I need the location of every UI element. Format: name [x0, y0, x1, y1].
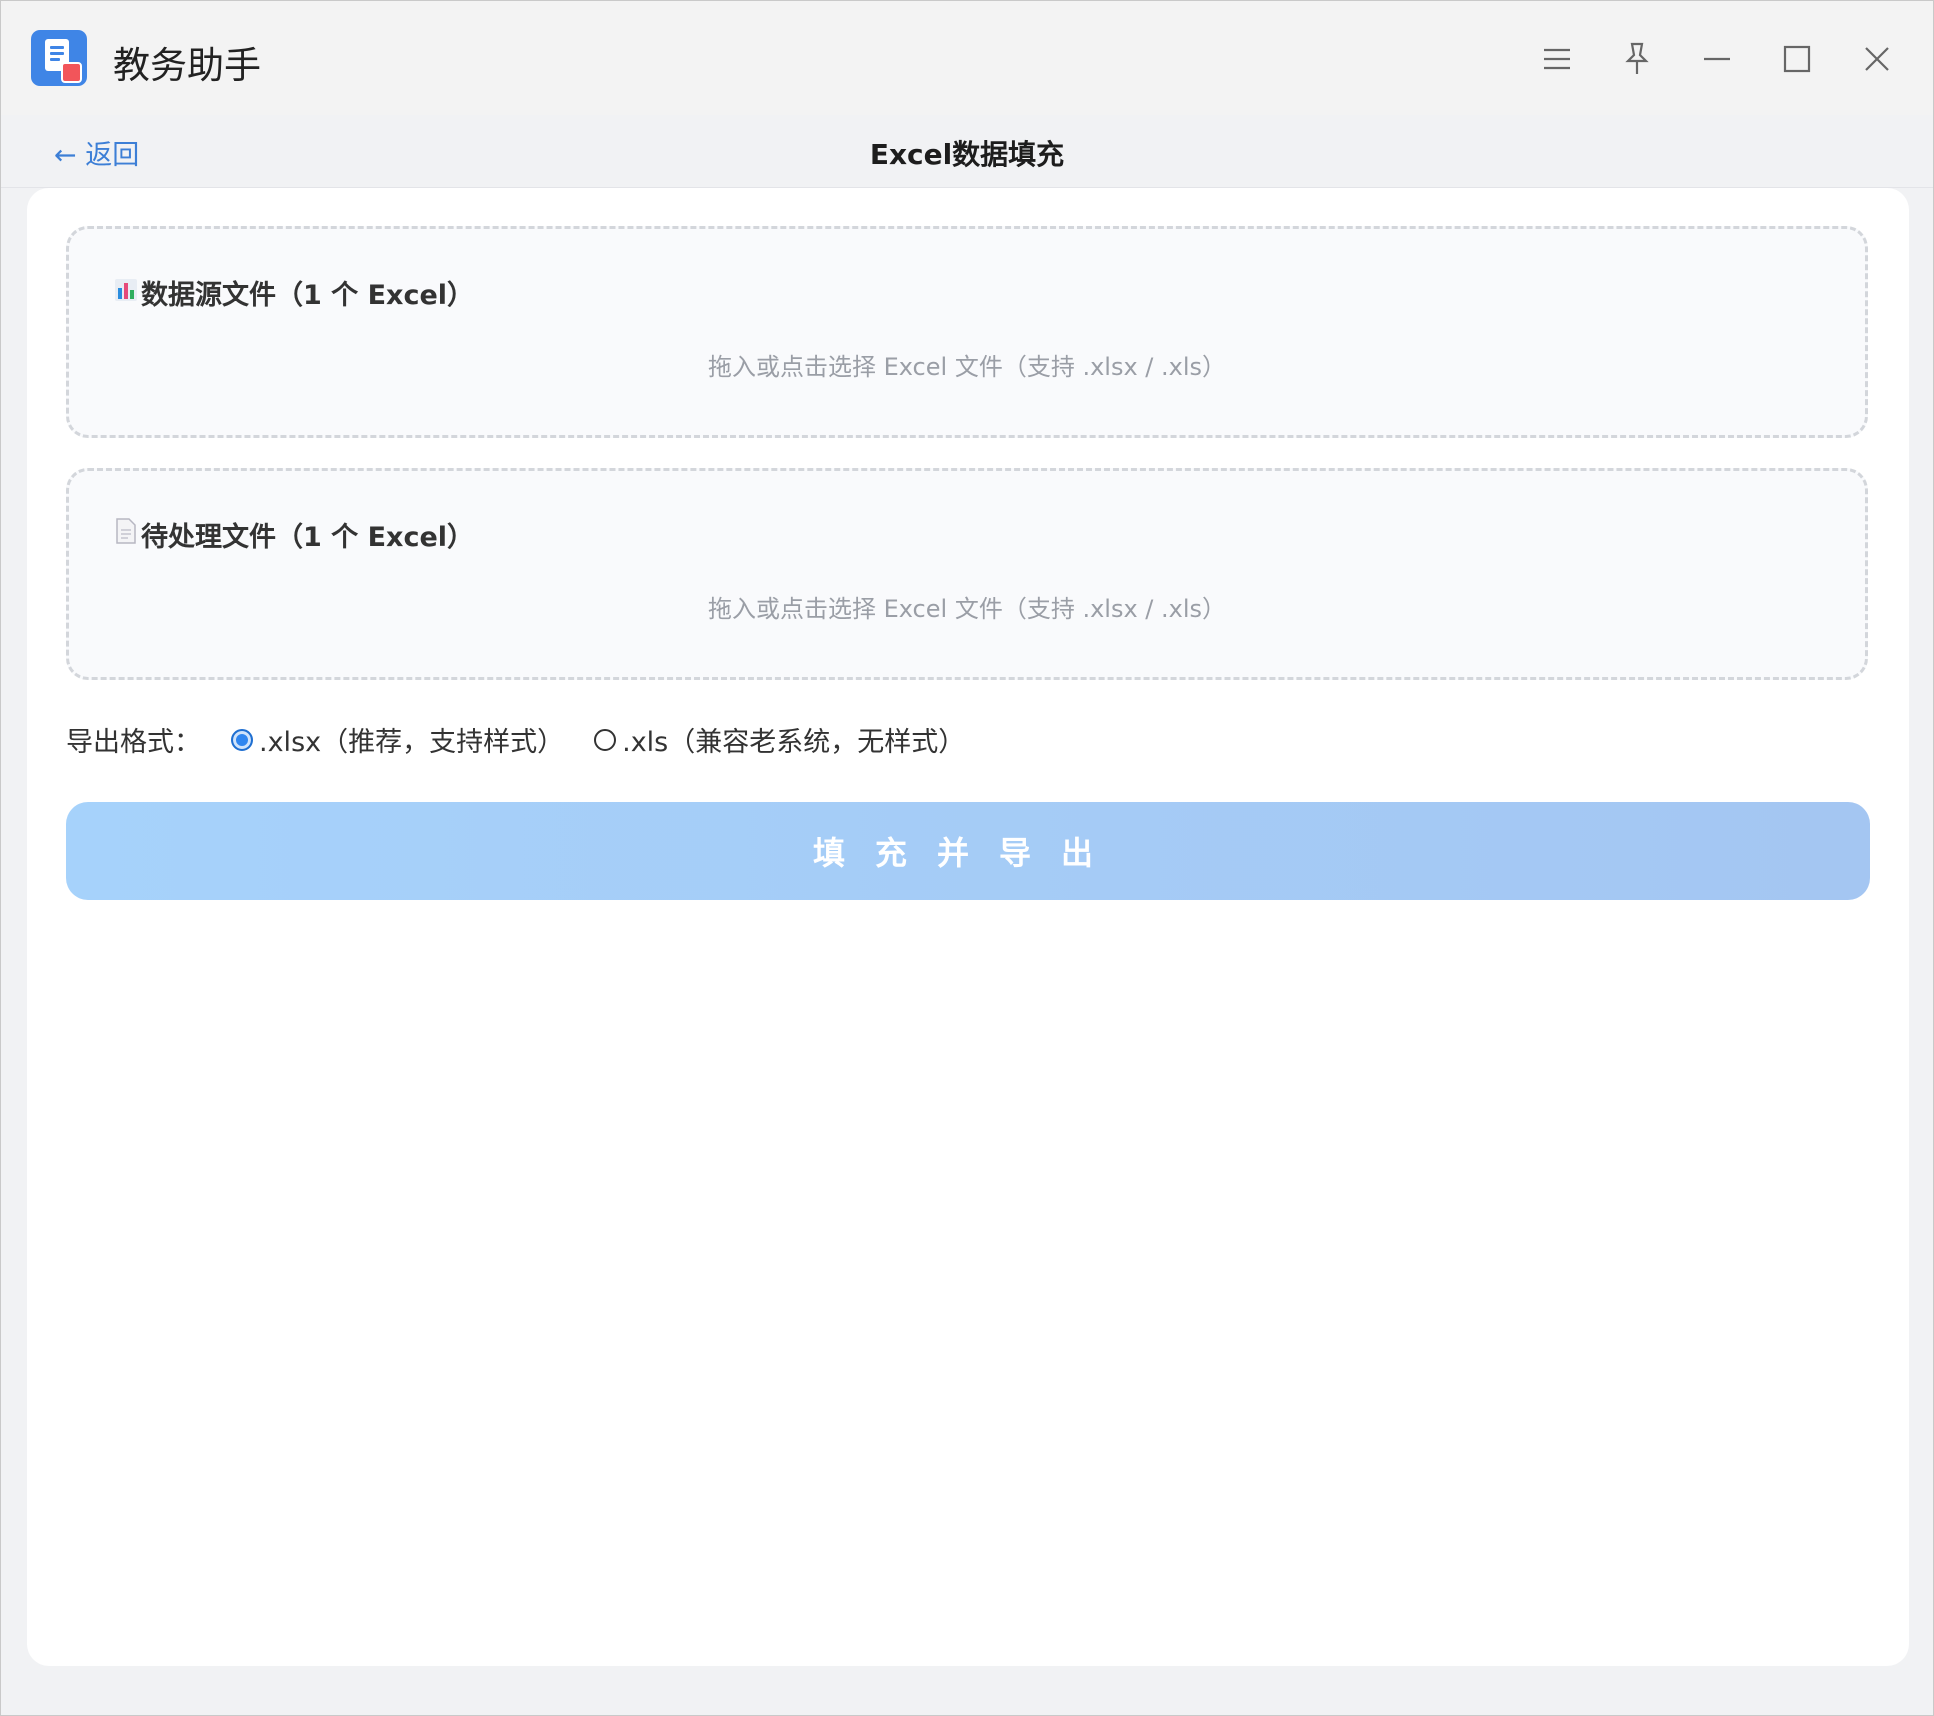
source-file-dropzone[interactable]: 数据源文件（1 个 Excel） 拖入或点击选择 Excel 文件（支持 .xl… [66, 226, 1868, 438]
document-icon [115, 518, 137, 551]
back-button[interactable]: ← 返回 [54, 133, 139, 172]
source-file-hint: 拖入或点击选择 Excel 文件（支持 .xlsx / .xls） [707, 353, 1226, 381]
nav-bar: Excel数据填充 ← 返回 [1, 115, 1933, 188]
title-bar: 教务助手 [1, 1, 1933, 115]
export-format-label: 导出格式： [66, 727, 201, 758]
xlsx-radio[interactable] [231, 728, 253, 751]
target-file-hint: 拖入或点击选择 Excel 文件（支持 .xlsx / .xls） [707, 595, 1226, 623]
source-file-title: 数据源文件（1 个 Excel） [141, 280, 475, 311]
content-card: 数据源文件（1 个 Excel） 拖入或点击选择 Excel 文件（支持 .xl… [27, 188, 1909, 1666]
pin-icon[interactable] [1609, 31, 1665, 87]
xls-radio[interactable] [594, 728, 617, 751]
menu-icon[interactable] [1529, 31, 1585, 87]
xls-option-label: .xls（兼容老系统，无样式） [622, 727, 966, 758]
minimize-icon[interactable] [1689, 31, 1745, 87]
fill-and-export-button[interactable]: 填充并导出 [66, 802, 1870, 900]
xlsx-option-label: .xlsx（推荐，支持样式） [259, 727, 565, 758]
chart-icon [115, 277, 137, 308]
target-file-title: 待处理文件（1 个 Excel） [141, 522, 475, 553]
close-icon[interactable] [1849, 31, 1905, 87]
app-logo-icon [31, 30, 87, 86]
page-title: Excel数据填充 [869, 138, 1065, 171]
target-file-dropzone[interactable]: 待处理文件（1 个 Excel） 拖入或点击选择 Excel 文件（支持 .xl… [66, 468, 1868, 680]
maximize-icon[interactable] [1769, 31, 1825, 87]
export-format-xlsx-option[interactable]: .xlsx（推荐，支持样式） [231, 720, 564, 759]
export-format-xls-option[interactable]: .xls（兼容老系统，无样式） [594, 720, 965, 759]
app-title: 教务助手 [113, 44, 261, 87]
export-format-group: 导出格式： .xlsx（推荐，支持样式） .xls（兼容老系统，无样式） [66, 720, 965, 759]
app-window: 教务助手 Excel数据填充 ← 返回 数据源文件（1 个 Excel） 拖入或… [0, 0, 1934, 1716]
